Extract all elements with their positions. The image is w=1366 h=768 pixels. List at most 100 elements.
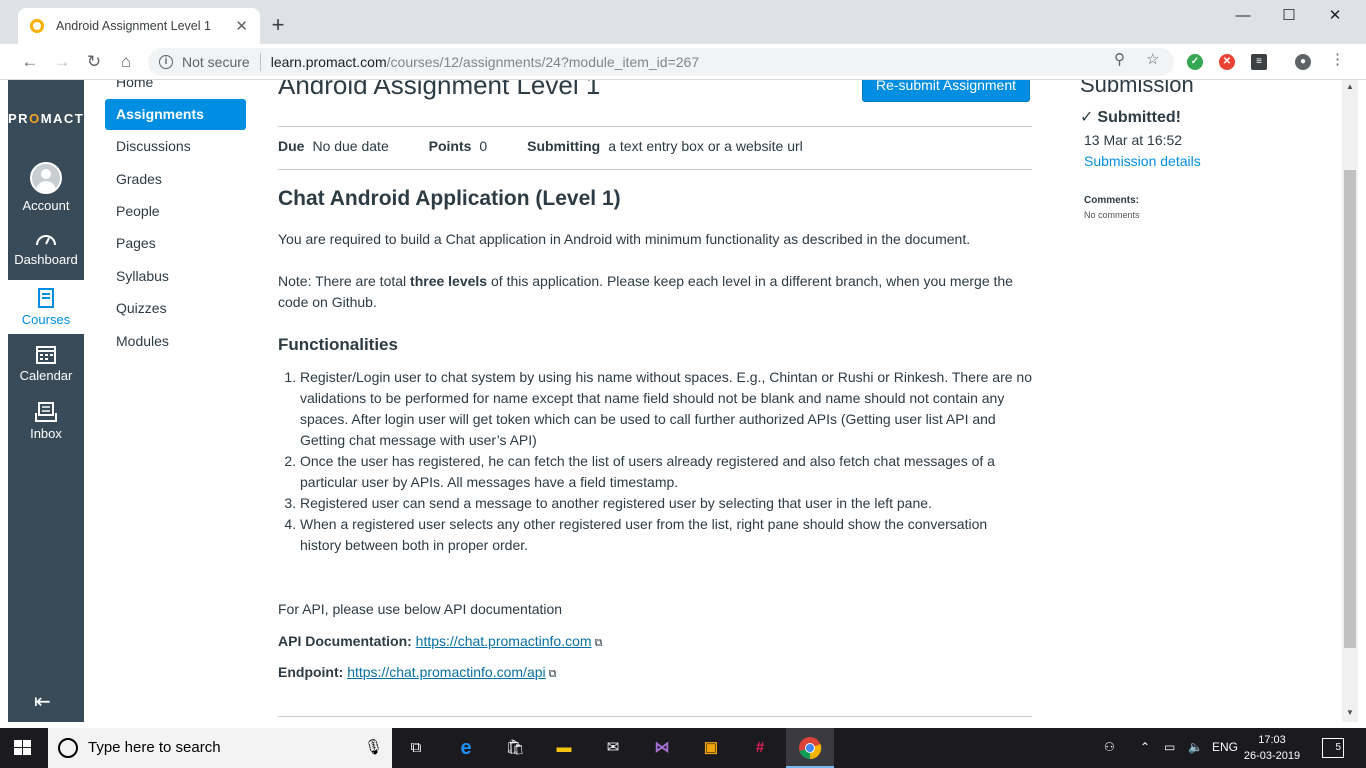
shield-extension-icon[interactable]: ✓ — [1187, 54, 1203, 70]
endpoint-line: Endpoint: https://chat.promactinfo.com/a… — [278, 662, 1032, 685]
canvas-favicon-icon — [30, 19, 44, 33]
points-label: Points — [428, 138, 472, 154]
search-placeholder: Type here to search — [88, 739, 221, 756]
divider — [278, 169, 1032, 170]
page-scrollbar[interactable]: ▲ ▼ — [1342, 80, 1358, 722]
global-nav-account[interactable]: Account — [8, 162, 84, 216]
bookmark-star-icon[interactable]: ☆ — [1146, 50, 1159, 68]
points-value: 0 — [479, 138, 488, 154]
submission-title: Submission — [1080, 80, 1194, 97]
visual-studio-icon[interactable]: ⋈ — [650, 736, 674, 760]
course-nav-people[interactable]: People — [105, 196, 246, 227]
notification-center-icon[interactable]: 5 — [1322, 738, 1344, 758]
course-nav-pages[interactable]: Pages — [105, 228, 246, 259]
list-extension-icon[interactable]: ≡ — [1251, 54, 1267, 70]
browser-toolbar: ← → ↻ ⌂ i Not secure learn.promact.com /… — [0, 44, 1366, 80]
list-item: Registered user can send a message to an… — [300, 493, 1032, 514]
note-text: Note: There are total three levels of th… — [278, 271, 1032, 313]
global-nav-label: Courses — [21, 312, 71, 327]
dashboard-gauge-icon — [36, 235, 56, 246]
functionalities-heading: Functionalities — [278, 335, 398, 354]
tab-close-icon[interactable]: ✕ — [235, 17, 248, 35]
course-nav-syllabus[interactable]: Syllabus — [105, 261, 246, 292]
course-nav-quizzes[interactable]: Quizzes — [105, 293, 246, 324]
scroll-up-icon[interactable]: ▲ — [1342, 82, 1358, 91]
volume-icon[interactable]: 🔈 — [1188, 740, 1203, 754]
list-item: When a registered user selects any other… — [300, 514, 1032, 556]
divider — [278, 126, 1032, 127]
submission-date: 13 Mar at 16:52 — [1084, 132, 1183, 148]
global-nav-label: Account — [22, 198, 70, 213]
show-hidden-icons[interactable]: ⌃ — [1140, 740, 1150, 754]
forward-arrow-icon[interactable]: → — [50, 50, 74, 74]
chrome-taskbar-button[interactable] — [786, 728, 834, 768]
resubmit-assignment-button[interactable]: Re-submit Assignment — [862, 80, 1030, 102]
file-explorer-icon[interactable]: ▬ — [552, 736, 576, 760]
profile-icon[interactable]: ● — [1295, 54, 1311, 70]
course-nav-discussions[interactable]: Discussions — [105, 131, 246, 162]
checkmark-icon: ✓ — [1080, 109, 1094, 126]
courses-book-icon — [38, 288, 54, 308]
language-indicator[interactable]: ENG — [1212, 740, 1238, 754]
back-arrow-icon[interactable]: ← — [18, 50, 42, 74]
new-tab-button[interactable]: + — [268, 12, 288, 38]
scroll-thumb[interactable] — [1344, 170, 1356, 648]
global-nav-label: Calendar — [19, 368, 73, 383]
course-nav-grades[interactable]: Grades — [105, 164, 246, 195]
windows-start-icon[interactable] — [14, 740, 32, 756]
canvas-page: PROMACT Account Dashboard Courses Calend… — [8, 80, 1358, 722]
api-doc-link[interactable]: https://chat.promactinfo.com — [416, 633, 592, 649]
external-link-icon: ⧉ — [594, 637, 603, 649]
global-nav-calendar[interactable]: Calendar — [8, 344, 84, 388]
zoom-icon[interactable]: ⚲ — [1114, 50, 1125, 68]
course-nav-assignments[interactable]: Assignments — [105, 99, 246, 130]
home-icon[interactable]: ⌂ — [114, 50, 138, 74]
global-nav-inbox[interactable]: Inbox — [8, 402, 84, 446]
promact-logo[interactable]: PROMACT — [8, 111, 84, 126]
store-icon[interactable]: 🛍 — [503, 736, 527, 760]
mail-icon[interactable]: ✉ — [601, 736, 625, 760]
global-nav-label: Inbox — [30, 426, 62, 441]
global-nav-dashboard[interactable]: Dashboard — [8, 230, 84, 274]
network-icon[interactable]: ▭ — [1164, 740, 1175, 754]
submitting-label: Submitting — [527, 138, 601, 154]
global-nav-courses[interactable]: Courses — [8, 280, 84, 334]
address-bar[interactable]: i Not secure learn.promact.com /courses/… — [148, 48, 1174, 76]
task-view-icon[interactable]: ⧉ — [404, 736, 428, 760]
close-window-button[interactable]: ✕ — [1312, 4, 1358, 28]
block-extension-icon[interactable]: ✕ — [1219, 54, 1235, 70]
cortana-icon — [58, 738, 78, 758]
note-text-bold: three levels — [410, 273, 488, 289]
scroll-down-icon[interactable]: ▼ — [1342, 708, 1358, 717]
due-label: Due — [278, 138, 305, 154]
submission-status: ✓ Submitted! — [1080, 107, 1181, 127]
menu-kebab-icon[interactable]: ⋮ — [1330, 50, 1345, 68]
intro-text: You are required to build a Chat applica… — [278, 231, 971, 247]
endpoint-link[interactable]: https://chat.promactinfo.com/api — [347, 664, 545, 680]
url-path: /courses/12/assignments/24?module_item_i… — [386, 54, 700, 70]
inbox-icon — [35, 402, 57, 422]
taskbar-search[interactable]: Type here to search 🎙 — [48, 728, 392, 768]
course-nav-home[interactable]: Home — [105, 80, 246, 98]
maximize-button[interactable]: ☐ — [1266, 4, 1312, 28]
people-icon[interactable]: ⚇ — [1104, 740, 1115, 754]
info-icon[interactable]: i — [159, 55, 173, 69]
course-nav-modules[interactable]: Modules — [105, 326, 246, 357]
assignment-details: Due No due date Points 0 Submitting a text … — [278, 138, 839, 154]
system-clock[interactable]: 17:03 26-03-2019 — [1242, 732, 1302, 764]
microphone-icon[interactable]: 🎙 — [364, 738, 383, 756]
minimize-button[interactable]: — — [1220, 4, 1266, 28]
submission-details-link[interactable]: Submission details — [1084, 153, 1201, 169]
collapse-nav-icon[interactable]: ⇤ — [34, 689, 51, 714]
browser-tab[interactable]: Android Assignment Level 1 ✕ — [18, 8, 260, 44]
chrome-icon — [799, 737, 822, 760]
slack-icon[interactable]: # — [748, 736, 772, 760]
edge-icon[interactable]: e — [454, 736, 478, 760]
submitting-value: a text entry box or a website url — [608, 138, 803, 154]
reload-icon[interactable]: ↻ — [82, 50, 106, 74]
assignment-title: Android Assignment Level 1 — [278, 80, 601, 100]
avatar-icon — [30, 162, 62, 194]
app-icon[interactable]: ▣ — [699, 736, 723, 760]
endpoint-label: Endpoint: — [278, 664, 344, 680]
divider — [278, 716, 1032, 717]
